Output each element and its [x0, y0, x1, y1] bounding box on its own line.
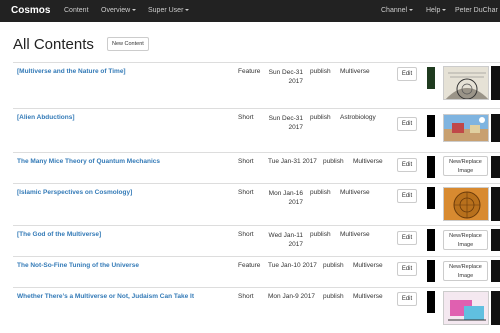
replace-image-button[interactable]: New/Replace Image — [443, 156, 488, 176]
landscape-image — [444, 115, 488, 141]
nav-help-label: Help — [426, 7, 441, 14]
content-status: publish — [323, 262, 344, 269]
content-date: Tue Jan-31 2017 — [268, 158, 317, 165]
content-type: Short — [238, 189, 254, 196]
content-title-link[interactable]: The Many Mice Theory of Quantum Mechanic… — [17, 158, 160, 165]
edit-button[interactable]: Edit — [397, 231, 417, 245]
color-swatch — [427, 187, 435, 209]
cartoon-image — [444, 292, 488, 324]
content-date: Sun Dec-31 2017 — [268, 115, 303, 131]
edit-button[interactable]: Edit — [397, 117, 417, 131]
content-status: publish — [323, 293, 344, 300]
content-title-link[interactable]: The Not-So-Fine Tuning of the Universe — [17, 262, 139, 269]
nav-channel-label: Channel — [381, 7, 408, 14]
row-tail — [491, 156, 500, 178]
new-content-button[interactable]: New Content — [107, 37, 149, 51]
content-type: Short — [238, 293, 254, 300]
nav-super-user-label: Super User — [148, 7, 184, 14]
color-swatch — [427, 229, 435, 251]
content-date: Wed Jan-11 2017 — [268, 232, 303, 248]
nav-help[interactable]: Help — [426, 7, 447, 14]
color-swatch — [427, 67, 435, 89]
table-row: [Islamic Perspectives on Cosmology] Shor… — [13, 183, 500, 225]
replace-image-button[interactable]: New/Replace Image — [443, 230, 488, 250]
contents-table: [Multiverse and the Nature of Time] Feat… — [13, 62, 500, 331]
edit-button[interactable]: Edit — [397, 67, 417, 81]
edit-button[interactable]: Edit — [397, 262, 417, 276]
content-category: Multiverse — [340, 231, 370, 238]
chevron-down-icon — [409, 9, 414, 12]
table-row: The Many Mice Theory of Quantum Mechanic… — [13, 152, 500, 183]
engraving-image — [444, 67, 488, 99]
chevron-down-icon — [132, 9, 137, 12]
content-category: Multiverse — [353, 293, 383, 300]
edit-button[interactable]: Edit — [397, 158, 417, 172]
content-category: Multiverse — [340, 68, 370, 75]
astrolabe-image — [444, 188, 488, 220]
thumbnail-image[interactable] — [443, 66, 489, 100]
table-row: [The God of the Multiverse] Short Wed Ja… — [13, 225, 500, 256]
content-title-link[interactable]: Whether There’s a Multiverse or Not, Jud… — [17, 293, 194, 300]
thumbnail-image[interactable] — [443, 291, 489, 325]
content-date: Mon Jan-16 2017 — [268, 190, 303, 206]
chevron-down-icon — [442, 9, 447, 12]
content-status: publish — [310, 114, 331, 121]
color-swatch — [427, 115, 435, 137]
nav-overview-label: Overview — [101, 7, 131, 14]
content-title-link[interactable]: [Islamic Perspectives on Cosmology] — [17, 189, 132, 196]
content-category: Multiverse — [353, 262, 383, 269]
content-category: Astrobiology — [340, 114, 376, 121]
content-category: Multiverse — [340, 189, 370, 196]
thumbnail-image[interactable] — [443, 114, 489, 142]
color-swatch — [427, 156, 435, 178]
content-type: Feature — [238, 262, 261, 269]
edit-button[interactable]: Edit — [397, 292, 417, 306]
content-type: Short — [238, 231, 254, 238]
thumbnail-image[interactable] — [443, 187, 489, 221]
table-row: [Multiverse and the Nature of Time] Feat… — [13, 62, 500, 108]
content-date: Sun Dec-31 2017 — [268, 69, 303, 85]
content-title-link[interactable]: [Alien Abductions] — [17, 114, 75, 121]
color-swatch — [427, 260, 435, 282]
content-date: Tue Jan-10 2017 — [268, 262, 317, 269]
row-tail — [491, 187, 500, 221]
table-row: [Alien Abductions] Short Sun Dec-31 2017… — [13, 108, 500, 152]
content-status: publish — [310, 231, 331, 238]
chevron-down-icon — [185, 9, 190, 12]
edit-button[interactable]: Edit — [397, 189, 417, 203]
nav-channel[interactable]: Channel — [381, 7, 414, 14]
row-tail — [491, 114, 500, 142]
content-type: Feature — [238, 68, 261, 75]
content-status: publish — [323, 158, 344, 165]
nav-content[interactable]: Content — [64, 7, 89, 14]
replace-image-button[interactable]: New/Replace Image — [443, 261, 488, 281]
content-title-link[interactable]: [The God of the Multiverse] — [17, 231, 101, 238]
content-type: Short — [238, 158, 254, 165]
table-row: Whether There’s a Multiverse or Not, Jud… — [13, 287, 500, 331]
nav-user[interactable]: Peter DuChar — [455, 7, 498, 14]
row-tail — [491, 66, 500, 100]
row-tail — [491, 229, 500, 251]
content-status: publish — [310, 189, 331, 196]
table-row: The Not-So-Fine Tuning of the Universe F… — [13, 256, 500, 287]
top-navbar: Cosmos Content Overview Super User Chann… — [0, 0, 500, 22]
content-status: publish — [310, 68, 331, 75]
nav-overview[interactable]: Overview — [101, 7, 137, 14]
content-type: Short — [238, 114, 254, 121]
content-date: Mon Jan-9 2017 — [268, 293, 315, 300]
page-title: All Contents — [13, 36, 94, 53]
content-category: Multiverse — [353, 158, 383, 165]
content-title-link[interactable]: [Multiverse and the Nature of Time] — [17, 68, 126, 75]
row-tail — [491, 260, 500, 282]
brand-logo[interactable]: Cosmos — [11, 5, 50, 16]
color-swatch — [427, 291, 435, 313]
nav-super-user[interactable]: Super User — [148, 7, 190, 14]
row-tail — [491, 291, 500, 325]
